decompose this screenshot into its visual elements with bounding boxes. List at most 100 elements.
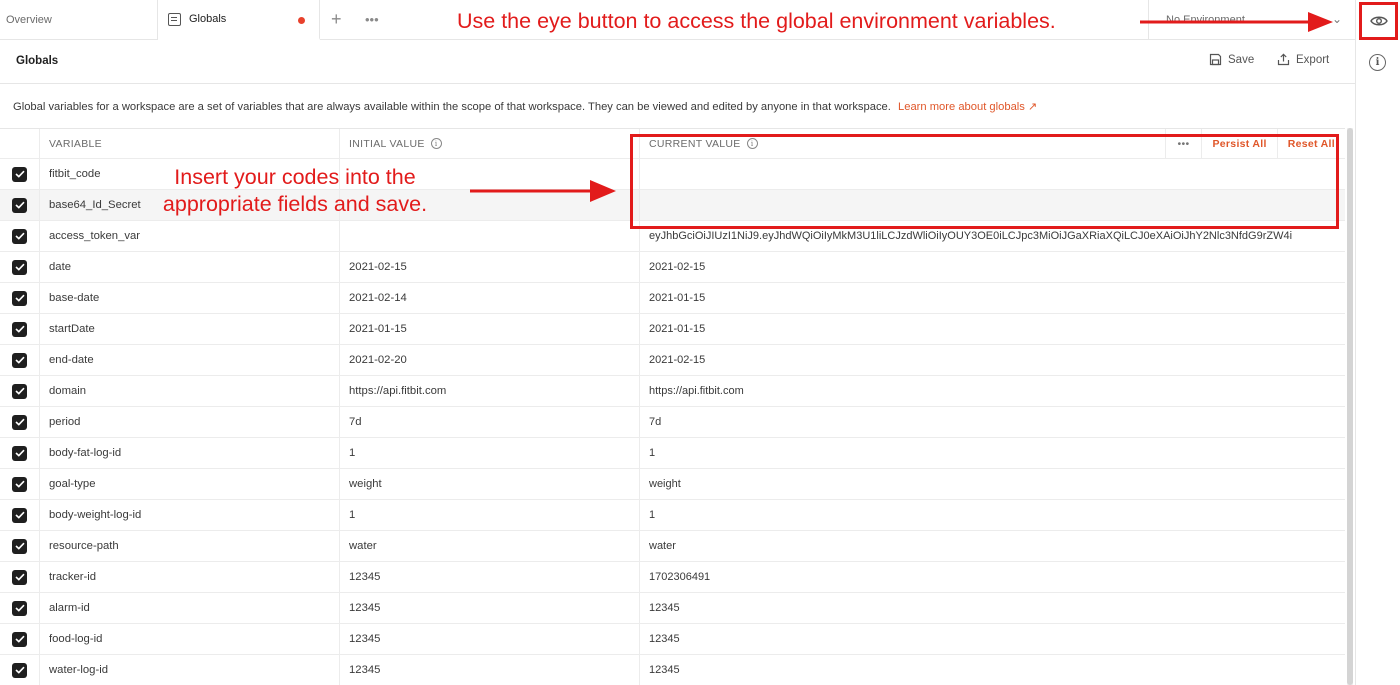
more-options-icon[interactable]: ••• [1164, 129, 1202, 158]
variable-name: base-date [49, 292, 100, 304]
initial-value-cell[interactable]: https://api.fitbit.com [340, 376, 640, 406]
variable-name-cell[interactable]: date [40, 252, 340, 282]
row-enabled-checkbox[interactable] [12, 228, 27, 244]
current-value-cell[interactable]: 2021-01-15 [640, 314, 1345, 344]
variable-name-cell[interactable]: period [40, 407, 340, 437]
current-value-info-icon[interactable]: i [746, 138, 758, 149]
current-value: 1 [649, 509, 656, 521]
current-value-cell[interactable]: 12345 [640, 624, 1345, 654]
initial-value-cell[interactable]: 12345 [340, 562, 640, 592]
tab-overview[interactable]: Overview [0, 0, 158, 40]
current-value-cell[interactable]: 1 [640, 438, 1345, 468]
variable-name-cell[interactable]: access_token_var [40, 221, 340, 251]
row-enabled-checkbox[interactable] [12, 507, 27, 523]
row-enabled-checkbox[interactable] [12, 352, 27, 368]
current-value-cell[interactable]: water [640, 531, 1345, 561]
variable-name-cell[interactable]: startDate [40, 314, 340, 344]
current-value-cell[interactable]: 1 [640, 500, 1345, 530]
table-row: period 7d 7d [0, 407, 1345, 438]
export-button[interactable]: Export [1277, 53, 1329, 66]
current-value-cell[interactable]: eyJhbGciOiJIUzI1NiJ9.eyJhdWQiOiIyMkM3U1l… [640, 221, 1345, 251]
tab-globals[interactable]: Globals [158, 0, 320, 40]
variable-name-cell[interactable]: body-fat-log-id [40, 438, 340, 468]
scrollbar-thumb[interactable] [1347, 128, 1353, 685]
current-value-cell[interactable]: weight [640, 469, 1345, 499]
initial-value-cell[interactable]: 12345 [340, 624, 640, 654]
initial-value-cell[interactable]: 1 [340, 438, 640, 468]
variable-name-cell[interactable]: alarm-id [40, 593, 340, 623]
variable-name: startDate [49, 323, 95, 335]
initial-value-cell[interactable]: 2021-02-15 [340, 252, 640, 282]
table-row: date 2021-02-15 2021-02-15 [0, 252, 1345, 283]
initial-value-cell[interactable]: 12345 [340, 593, 640, 623]
variable-name-cell[interactable]: domain [40, 376, 340, 406]
table-scrollbar[interactable] [1347, 128, 1353, 685]
row-enabled-checkbox[interactable] [12, 321, 27, 337]
row-checkbox-cell [0, 376, 40, 406]
tab-more-icon[interactable]: ••• [365, 12, 379, 27]
row-checkbox-cell [0, 221, 40, 251]
current-value-cell[interactable] [640, 190, 1345, 220]
row-enabled-checkbox[interactable] [12, 197, 27, 213]
eye-icon [1369, 16, 1388, 26]
row-enabled-checkbox[interactable] [12, 414, 27, 430]
initial-value: 2021-01-15 [349, 323, 407, 335]
save-button[interactable]: Save [1209, 53, 1254, 66]
row-enabled-checkbox[interactable] [12, 290, 27, 306]
current-value-cell[interactable]: 2021-02-15 [640, 345, 1345, 375]
variable-name-cell[interactable]: resource-path [40, 531, 340, 561]
initial-value-cell[interactable]: 7d [340, 407, 640, 437]
row-enabled-checkbox[interactable] [12, 166, 27, 182]
environment-select[interactable]: No Environment ⌄ [1148, 0, 1354, 40]
current-value-cell[interactable]: 12345 [640, 593, 1345, 623]
header-variable: VARIABLE [40, 129, 340, 158]
initial-value: weight [349, 478, 382, 490]
check-icon [14, 635, 25, 643]
persist-all-button[interactable]: Persist All [1201, 129, 1276, 158]
current-value-cell[interactable]: 2021-02-15 [640, 252, 1345, 282]
variable-name-cell[interactable]: water-log-id [40, 655, 340, 685]
header-variable-label: VARIABLE [49, 137, 102, 150]
current-value-cell[interactable]: 7d [640, 407, 1345, 437]
row-enabled-checkbox[interactable] [12, 476, 27, 492]
export-button-label: Export [1296, 53, 1330, 66]
row-checkbox-cell [0, 345, 40, 375]
initial-value-cell[interactable]: 12345 [340, 655, 640, 685]
globals-description: Global variables for a workspace are a s… [13, 100, 1037, 113]
reset-all-button[interactable]: Reset All [1276, 129, 1345, 158]
learn-more-link[interactable]: Learn more about globals ↗ [898, 101, 1037, 113]
variable-name-cell[interactable]: tracker-id [40, 562, 340, 592]
initial-value-cell[interactable]: 2021-01-15 [340, 314, 640, 344]
variable-name-cell[interactable]: goal-type [40, 469, 340, 499]
initial-value-cell[interactable]: 1 [340, 500, 640, 530]
environment-quick-look-eye-button[interactable] [1359, 2, 1398, 40]
initial-value-cell[interactable]: water [340, 531, 640, 561]
row-enabled-checkbox[interactable] [12, 600, 27, 616]
row-checkbox-cell [0, 531, 40, 561]
row-enabled-checkbox[interactable] [12, 538, 27, 554]
variable-name-cell[interactable]: food-log-id [40, 624, 340, 654]
new-tab-plus-icon[interactable]: + [331, 10, 342, 28]
current-value-cell[interactable]: 2021-01-15 [640, 283, 1345, 313]
row-enabled-checkbox[interactable] [12, 569, 27, 585]
initial-value-cell[interactable]: weight [340, 469, 640, 499]
current-value-cell[interactable]: 12345 [640, 655, 1345, 685]
initial-value-cell[interactable]: 2021-02-14 [340, 283, 640, 313]
row-checkbox-cell [0, 438, 40, 468]
info-icon[interactable]: i [1369, 54, 1386, 71]
variable-name-cell[interactable]: base-date [40, 283, 340, 313]
initial-value-cell[interactable] [340, 221, 640, 251]
variable-name-cell[interactable]: body-weight-log-id [40, 500, 340, 530]
row-enabled-checkbox[interactable] [12, 259, 27, 275]
current-value-cell[interactable] [640, 159, 1345, 189]
row-enabled-checkbox[interactable] [12, 383, 27, 399]
initial-value-info-icon[interactable]: i [430, 138, 442, 149]
row-enabled-checkbox[interactable] [12, 662, 27, 678]
current-value-cell[interactable]: https://api.fitbit.com [640, 376, 1345, 406]
check-icon [14, 325, 25, 333]
row-enabled-checkbox[interactable] [12, 445, 27, 461]
initial-value-cell[interactable]: 2021-02-20 [340, 345, 640, 375]
current-value-cell[interactable]: 1702306491 [640, 562, 1345, 592]
row-enabled-checkbox[interactable] [12, 631, 27, 647]
variable-name-cell[interactable]: end-date [40, 345, 340, 375]
